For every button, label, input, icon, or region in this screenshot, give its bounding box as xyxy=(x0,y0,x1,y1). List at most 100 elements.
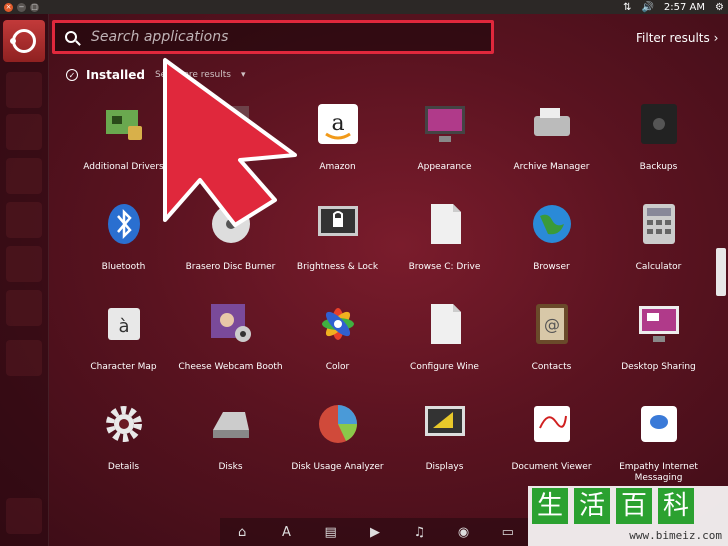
launcher-calc-icon[interactable] xyxy=(6,202,42,238)
globe-icon xyxy=(530,202,574,246)
app-tile[interactable]: @ Contacts xyxy=(498,298,605,398)
launcher-trash-icon[interactable] xyxy=(6,498,42,534)
app-label: ...ware xyxy=(215,162,246,172)
app-tile[interactable]: Disks xyxy=(177,398,284,498)
network-icon[interactable]: ⇅ xyxy=(623,2,631,13)
watermark-char: 活 xyxy=(574,488,610,524)
social-lens-icon[interactable]: ▭ xyxy=(498,525,518,540)
app-label: Configure Wine xyxy=(410,362,479,372)
files-lens-icon[interactable]: ▤ xyxy=(321,525,341,540)
music-lens-icon[interactable]: ♫ xyxy=(409,525,429,540)
displays-icon xyxy=(423,402,467,446)
app-tile[interactable]: Disk Usage Analyzer xyxy=(284,398,391,498)
launcher-files-icon[interactable] xyxy=(6,72,42,108)
pie-icon xyxy=(316,402,360,446)
search-input[interactable] xyxy=(89,28,473,46)
app-label: Browse C: Drive xyxy=(408,262,481,272)
app-label: Calculator xyxy=(635,262,682,272)
clock[interactable]: 2:57 AM xyxy=(664,2,705,13)
app-label: Amazon xyxy=(319,162,356,172)
app-tile[interactable]: Displays xyxy=(391,398,498,498)
app-tile[interactable]: Browse C: Drive xyxy=(391,198,498,298)
settings-gear-icon[interactable]: ⚙ xyxy=(715,2,724,13)
app-tile[interactable]: ...ware xyxy=(177,98,284,198)
color-icon xyxy=(316,302,360,346)
scrollbar[interactable] xyxy=(716,248,726,296)
app-label: Brasero Disc Burner xyxy=(185,262,276,272)
amazon-icon: a xyxy=(316,102,360,146)
app-tile[interactable]: Desktop Sharing xyxy=(605,298,712,398)
app-label: Additional Drivers xyxy=(83,162,164,172)
app-tile[interactable]: Color xyxy=(284,298,391,398)
launcher-terminal-icon[interactable] xyxy=(6,340,42,376)
document-icon xyxy=(423,202,467,246)
installed-header: ✓ Installed See more results ▾ xyxy=(66,68,245,82)
app-tile[interactable]: Archive Manager xyxy=(498,98,605,198)
app-tile[interactable]: Details xyxy=(70,398,177,498)
svg-text:à: à xyxy=(118,316,129,337)
filter-results-label: Filter results xyxy=(636,31,710,45)
close-button[interactable]: × xyxy=(4,2,13,12)
chip-icon xyxy=(102,102,146,146)
gear-icon xyxy=(102,402,146,446)
app-label: Bluetooth xyxy=(101,262,146,272)
search-icon xyxy=(65,31,77,43)
app-label: Brightness & Lock xyxy=(296,262,379,272)
filter-results-button[interactable]: Filter results › xyxy=(636,31,718,45)
minimize-button[interactable]: − xyxy=(17,2,26,12)
app-tile[interactable]: Additional Drivers xyxy=(70,98,177,198)
chevron-right-icon: › xyxy=(713,31,719,45)
app-tile[interactable]: Brasero Disc Burner xyxy=(177,198,284,298)
search-box[interactable] xyxy=(52,20,494,54)
safe-icon xyxy=(637,102,681,146)
video-lens-icon[interactable]: ▶ xyxy=(365,525,385,540)
document-icon xyxy=(423,302,467,346)
indicator-area: ⇅ 🔊 2:57 AM ⚙ xyxy=(623,2,724,13)
launcher-firefox-icon[interactable] xyxy=(6,114,42,150)
installed-label: Installed xyxy=(86,68,145,82)
app-tile[interactable]: Brightness & Lock xyxy=(284,198,391,298)
hidden-icon xyxy=(209,102,253,146)
launcher-settings-icon[interactable] xyxy=(6,290,42,326)
empathy-icon xyxy=(637,402,681,446)
app-label: Document Viewer xyxy=(511,462,592,472)
launcher-software-center-icon[interactable] xyxy=(6,246,42,282)
watermark-char: 百 xyxy=(616,488,652,524)
watermark-url: www.bimeiz.com xyxy=(629,529,722,542)
chevron-down-icon[interactable]: ▾ xyxy=(241,70,246,80)
launcher-writer-icon[interactable] xyxy=(6,158,42,194)
ubuntu-logo-icon xyxy=(10,29,36,53)
app-label: Backups xyxy=(639,162,678,172)
photo-lens-icon[interactable]: ◉ xyxy=(454,525,474,540)
app-tile[interactable]: a Amazon xyxy=(284,98,391,198)
maximize-button[interactable]: □ xyxy=(30,2,39,12)
app-tile[interactable]: à Character Map xyxy=(70,298,177,398)
app-label: Details xyxy=(107,462,140,472)
home-lens-icon[interactable]: ⌂ xyxy=(232,525,252,540)
app-tile[interactable]: Calculator xyxy=(605,198,712,298)
app-tile[interactable]: Configure Wine xyxy=(391,298,498,398)
app-tile[interactable]: Backups xyxy=(605,98,712,198)
app-tile[interactable]: Appearance xyxy=(391,98,498,198)
app-label: Browser xyxy=(533,262,570,272)
dash-home-button[interactable] xyxy=(3,20,45,62)
launcher xyxy=(0,14,49,546)
app-tile[interactable]: Browser xyxy=(498,198,605,298)
app-label: Disk Usage Analyzer xyxy=(291,462,384,472)
app-tile[interactable]: Document Viewer xyxy=(498,398,605,498)
app-label: Archive Manager xyxy=(513,162,590,172)
bluetooth-icon xyxy=(102,202,146,246)
see-more-results-link[interactable]: See more results xyxy=(155,70,231,80)
watermark-char: 科 xyxy=(658,488,694,524)
app-tile[interactable]: Empathy Internet Messaging xyxy=(605,398,712,498)
webcam-icon xyxy=(209,302,253,346)
desktop-sharing-icon xyxy=(637,302,681,346)
app-tile[interactable]: Bluetooth xyxy=(70,198,177,298)
disk-icon xyxy=(209,402,253,446)
lock-screen-icon xyxy=(316,202,360,246)
lens-bar: ⌂ A ▤ ▶ ♫ ◉ ▭ xyxy=(220,518,530,546)
app-tile[interactable]: Cheese Webcam Booth xyxy=(177,298,284,398)
applications-lens-icon[interactable]: A xyxy=(276,525,296,540)
volume-icon[interactable]: 🔊 xyxy=(641,2,653,13)
app-label: Desktop Sharing xyxy=(621,362,696,372)
